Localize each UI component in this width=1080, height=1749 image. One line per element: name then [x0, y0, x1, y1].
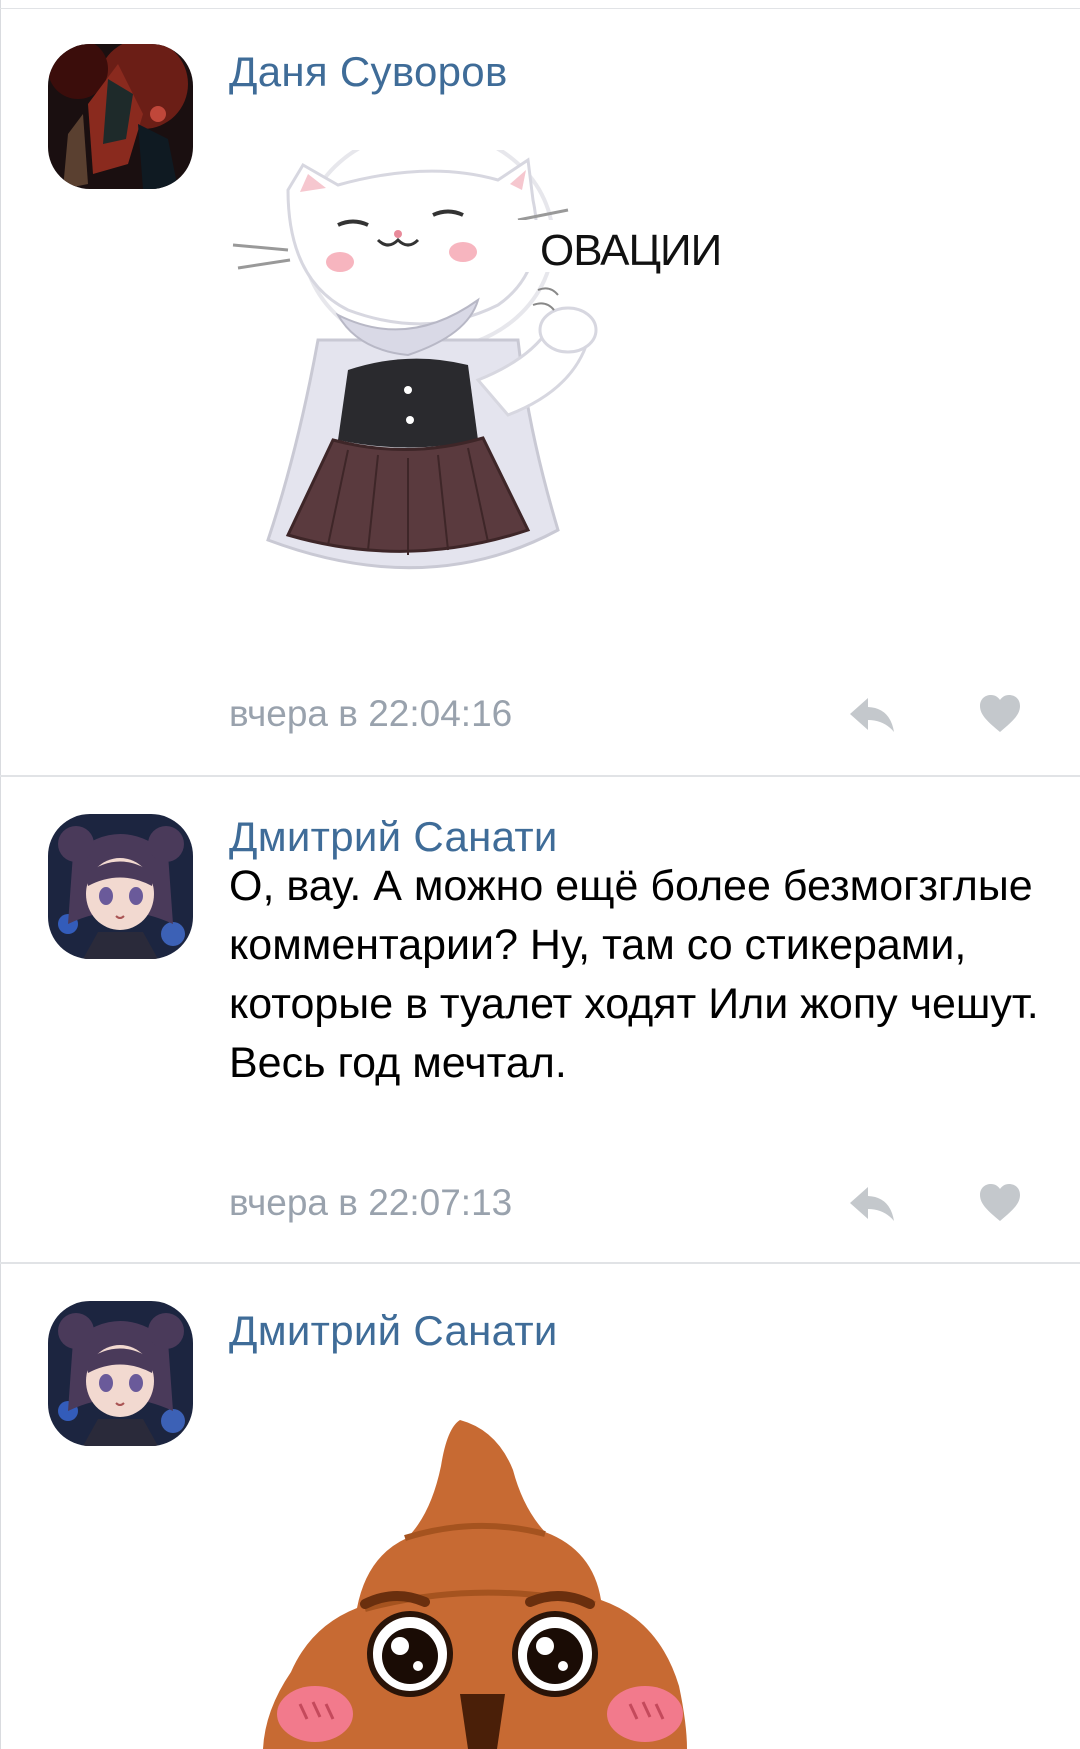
- comment-timestamp: вчера в 22:07:13: [229, 1182, 513, 1223]
- avatar[interactable]: [48, 814, 193, 959]
- comment-timestamp: вчера в 22:04:16: [229, 693, 513, 734]
- reply-arrow-icon[interactable]: [848, 694, 896, 734]
- sticker: ОВАЦИИ: [228, 150, 748, 610]
- comment-text: О, вау. А можно ещё более безмогзглые ко…: [229, 862, 1039, 1087]
- anime-girl-avatar-icon: [48, 814, 193, 959]
- dark-art-avatar-icon: [48, 44, 193, 189]
- cat-applause-sticker-icon: [232, 150, 690, 570]
- poop-sticker-icon: [245, 1404, 705, 1749]
- heart-icon[interactable]: [978, 1183, 1022, 1223]
- sticker: [235, 1404, 755, 1749]
- comment-item: Дмитрий Санати: [0, 1264, 1080, 1749]
- heart-icon[interactable]: [978, 694, 1022, 734]
- reply-arrow-icon[interactable]: [848, 1183, 896, 1223]
- avatar[interactable]: [48, 1301, 193, 1446]
- avatar[interactable]: [48, 44, 193, 189]
- sticker-caption: ОВАЦИИ: [540, 226, 722, 275]
- anime-girl-avatar-icon: [48, 1301, 193, 1446]
- comment-author[interactable]: Даня Суворов: [229, 48, 508, 96]
- comment-author[interactable]: Дмитрий Санати: [229, 1307, 558, 1355]
- comment-item: Даня Суворов ОВАЦИИ вчера в 22:04:16: [0, 0, 1080, 776]
- comment-item: Дмитрий Санати О, вау. А можно ещё более…: [0, 777, 1080, 1264]
- comment-author[interactable]: Дмитрий Санати: [229, 813, 558, 861]
